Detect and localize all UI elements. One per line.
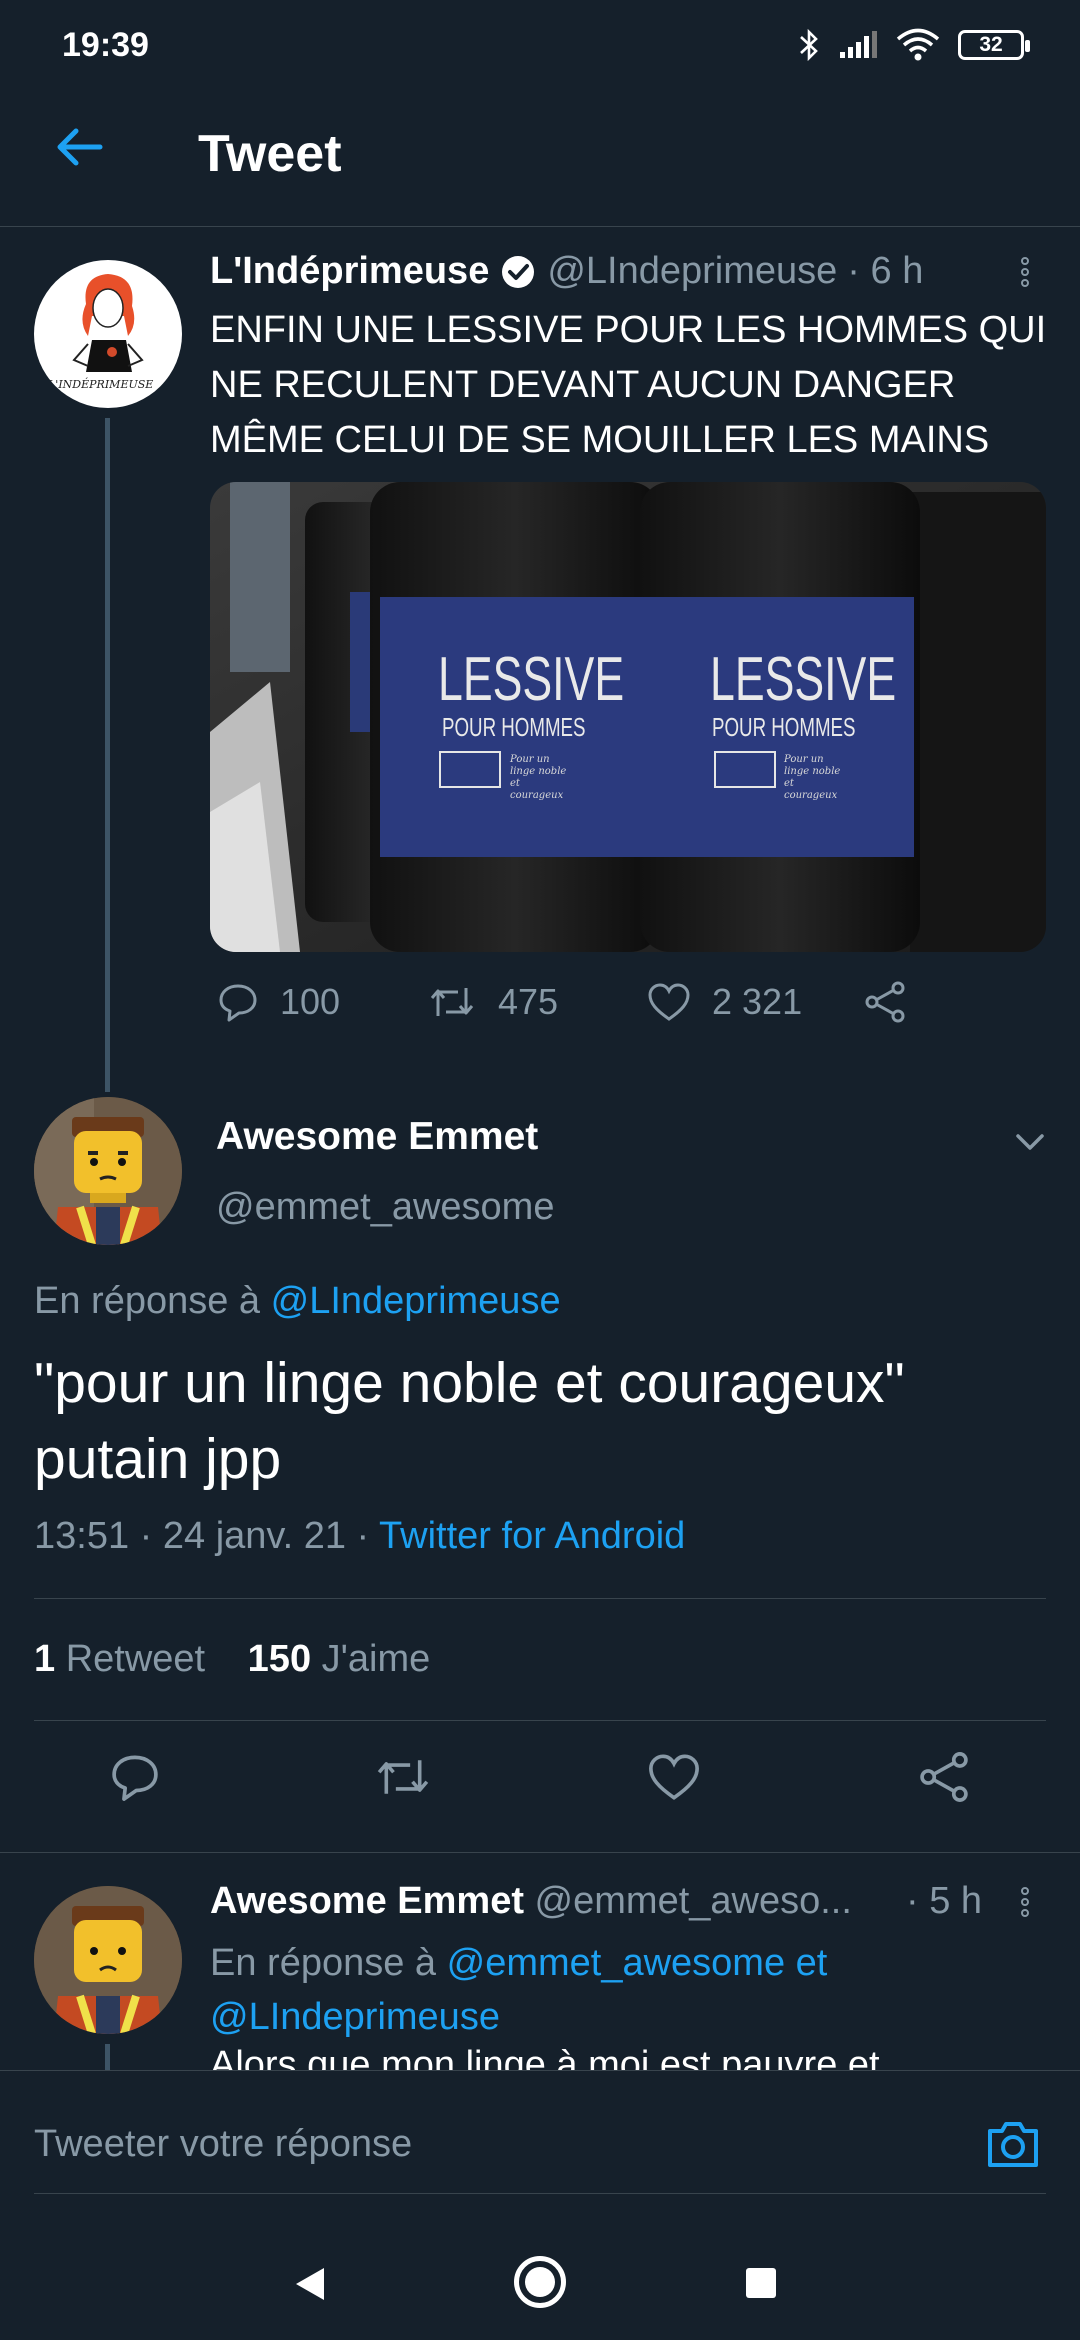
- avatar-emmet[interactable]: [34, 1886, 182, 2034]
- bluetooth-icon: [800, 28, 818, 62]
- label-subtitle-left: POUR HOMMES: [442, 712, 586, 742]
- like-total: 150: [247, 1638, 312, 1680]
- label-tagline-left: Pour un linge noble et courageux: [510, 754, 567, 801]
- retweet-label: Retweet: [65, 1638, 206, 1680]
- reply-tweet-header: Awesome Emmet @emmet_aweso...: [210, 1880, 852, 1923]
- nav-back-icon[interactable]: [290, 2264, 330, 2304]
- status-time: 19:39: [62, 26, 149, 64]
- back-arrow-icon[interactable]: [44, 112, 114, 182]
- detergent-bottles-image: [210, 482, 1046, 952]
- wifi-icon: [896, 28, 940, 61]
- heart-icon: [648, 983, 690, 1021]
- heart-icon[interactable]: [646, 1750, 702, 1804]
- author-handle[interactable]: @emmet_awesome: [216, 1186, 554, 1229]
- retweet-icon: [430, 988, 474, 1016]
- reply-prefix: En réponse à: [34, 1280, 261, 1322]
- avatar-caption: L'INDÉPRIMEUSE: [48, 378, 154, 391]
- divider: [34, 1720, 1046, 1721]
- retweets-stat[interactable]: 1 Retweet: [34, 1638, 205, 1680]
- more-options-icon[interactable]: [1010, 254, 1040, 294]
- label-tagline-right: Pour un linge noble et courageux: [784, 754, 841, 801]
- tweet-image[interactable]: LESSIVE POUR HOMMES Pour un linge noble …: [210, 482, 1046, 952]
- author-name[interactable]: Awesome Emmet: [210, 1880, 524, 1922]
- tweet-time: · 6 h: [847, 250, 924, 292]
- author-name[interactable]: Awesome Emmet: [216, 1115, 538, 1159]
- thread-line: [105, 2044, 110, 2070]
- reply-handle-link[interactable]: @LIndeprimeuse: [210, 1996, 500, 2038]
- retweet-count: 475: [498, 981, 559, 1022]
- avatar-lindeprimeuse[interactable]: L'INDÉPRIMEUSE: [34, 260, 182, 408]
- battery-level: 32: [979, 33, 1003, 56]
- status-icons: 32: [798, 28, 1030, 62]
- tweet-time: · 5 h: [906, 1880, 983, 1922]
- main-tweet-actions: [0, 1750, 1080, 1820]
- share-icon[interactable]: [916, 1750, 972, 1804]
- more-options-icon[interactable]: [1010, 1884, 1040, 1924]
- parent-tweet-text: ENFIN UNE LESSIVE POUR LES HOMMES QUI NE…: [210, 309, 1047, 461]
- main-tweet-text-line1: "pour un linge noble et courageux": [34, 1351, 905, 1415]
- retweet-total: 1: [34, 1638, 56, 1680]
- signal-icon: [840, 31, 877, 58]
- tweet-timestamp: 13:51 · 24 janv. 21 ·: [34, 1515, 370, 1557]
- parent-tweet-actions: 100 475 2 321: [210, 980, 1030, 1040]
- reply-button[interactable]: 100: [216, 980, 340, 1024]
- reply-icon[interactable]: [108, 1750, 162, 1804]
- like-label: J'aime: [321, 1638, 431, 1680]
- like-button[interactable]: 2 321: [646, 980, 802, 1024]
- main-tweet-text-line2: putain jpp: [34, 1427, 282, 1491]
- nav-recents-icon[interactable]: [746, 2268, 776, 2298]
- label-title-right: LESSIVE: [710, 645, 897, 714]
- chevron-down-icon[interactable]: [1010, 1122, 1050, 1162]
- divider: [0, 1852, 1080, 1853]
- verified-badge-icon: [502, 255, 535, 288]
- like-count: 2 321: [712, 981, 803, 1022]
- camera-icon[interactable]: [984, 2115, 1042, 2173]
- composer-divider: [34, 2193, 1046, 2194]
- avatar-emmet[interactable]: [34, 1097, 182, 1245]
- reply-tweet-text: Alors que mon linge à moi est pauvre et: [210, 2044, 880, 2070]
- reply-icon: [219, 984, 257, 1022]
- likes-stat[interactable]: 150 J'aime: [248, 1638, 431, 1680]
- battery-icon: 32: [958, 30, 1030, 60]
- system-nav-bar: [0, 2210, 1080, 2340]
- nav-home-icon[interactable]: [514, 2256, 566, 2308]
- label-subtitle-right: POUR HOMMES: [712, 712, 856, 742]
- reply-prefix: En réponse à: [210, 1942, 437, 1984]
- tweet-metadata: 13:51 · 24 janv. 21 · Twitter for Androi…: [34, 1515, 685, 1558]
- reply-count: 100: [280, 981, 341, 1022]
- divider: [34, 1598, 1046, 1599]
- avatar-emmet-illustration: [34, 1097, 182, 1245]
- reply-handle-link[interactable]: @LIndeprimeuse: [271, 1280, 561, 1322]
- thread-line: [105, 418, 110, 1092]
- share-icon: [865, 981, 905, 1023]
- page-title: Tweet: [198, 125, 342, 183]
- app-header: Tweet: [0, 72, 1080, 227]
- author-name[interactable]: L'Indéprimeuse: [210, 250, 489, 293]
- engagement-stats: 1 Retweet 150 J'aime: [34, 1638, 430, 1681]
- retweet-icon[interactable]: [372, 1750, 434, 1804]
- author-handle[interactable]: @emmet_aweso...: [535, 1880, 852, 1922]
- parent-tweet-header: L'Indéprimeuse @LIndeprimeuse · 6 h: [210, 250, 923, 293]
- author-handle[interactable]: @LIndeprimeuse: [547, 250, 837, 293]
- reply-context: En réponse à @emmet_awesome et @LIndepri…: [210, 1936, 1010, 2044]
- reply-context: En réponse à @LIndeprimeuse: [34, 1280, 561, 1323]
- retweet-button[interactable]: 475: [426, 980, 558, 1024]
- main-tweet-text: "pour un linge noble et courageux" putai…: [34, 1345, 1054, 1497]
- tweet-source-link[interactable]: Twitter for Android: [379, 1515, 685, 1557]
- label-title-left: LESSIVE: [438, 645, 625, 714]
- avatar-emmet-illustration: [34, 1886, 182, 2034]
- share-button[interactable]: [862, 980, 908, 1024]
- status-bar: 19:39 32: [0, 0, 1080, 72]
- reply-handle-link[interactable]: @emmet_awesome et: [447, 1942, 828, 1984]
- reply-input[interactable]: Tweeter votre réponse: [34, 2123, 412, 2166]
